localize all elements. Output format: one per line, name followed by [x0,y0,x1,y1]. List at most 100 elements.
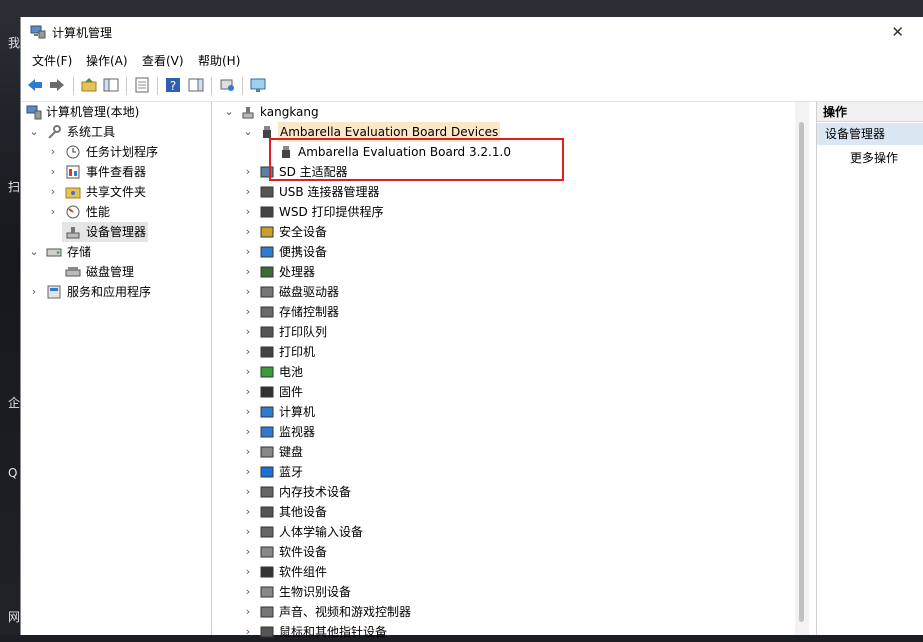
device-category-icon [260,446,274,458]
tree-item-storage[interactable]: ⌄ 存储 [22,242,211,262]
device-category-item[interactable]: › 内存技术设备 [215,482,775,502]
device-category-item[interactable]: › 软件组件 [215,562,775,582]
toolbar-separator [73,77,74,95]
computer-name: kangkang [260,105,319,119]
scan-hardware-icon[interactable] [218,76,236,94]
chevron-right-icon[interactable]: › [243,242,253,262]
menu-file[interactable]: 文件(F) [32,52,72,69]
tree-item-label: 性能 [86,205,111,219]
device-category-item[interactable]: › WSD 打印提供程序 [215,202,775,222]
device-category-item[interactable]: › 键盘 [215,442,775,462]
chevron-right-icon[interactable]: › [48,162,58,182]
chevron-right-icon[interactable]: › [243,522,253,542]
chevron-right-icon[interactable]: › [243,362,253,382]
device-category-item[interactable]: › 便携设备 [215,242,775,262]
tree-item-task-scheduler[interactable]: › 任务计划程序 [22,142,211,162]
device-category-item[interactable]: › 磁盘驱动器 [215,282,775,302]
device-category-item[interactable]: › 其他设备 [215,502,775,522]
chevron-right-icon[interactable]: › [243,282,253,302]
chevron-right-icon[interactable]: › [243,342,253,362]
tree-item-disk-management[interactable]: 磁盘管理 [22,262,211,282]
help-icon[interactable]: ? [164,76,182,94]
device-category-item[interactable]: › USB 连接器管理器 [215,182,775,202]
device-category-label: 固件 [279,385,304,399]
device-category-item[interactable]: › 存储控制器 [215,302,775,322]
chevron-right-icon[interactable]: › [243,382,253,402]
forward-arrow-icon[interactable] [48,76,66,94]
chevron-down-icon[interactable]: ⌄ [29,122,39,142]
chevron-right-icon[interactable]: › [243,162,253,182]
chevron-right-icon[interactable]: › [243,182,253,202]
tree-item-system-tools[interactable]: ⌄ 系统工具 [22,122,211,142]
monitor-icon[interactable] [249,76,267,94]
tree-item-shared-folders[interactable]: › 共享文件夹 [22,182,211,202]
device-category-item[interactable]: › 打印队列 [215,322,775,342]
red-highlight-annotation [269,138,564,181]
chevron-right-icon[interactable]: › [243,602,253,622]
chevron-right-icon[interactable]: › [29,282,39,302]
chevron-right-icon[interactable]: › [243,402,253,422]
vertical-scrollbar[interactable] [795,102,809,635]
chevron-right-icon[interactable]: › [243,502,253,522]
chevron-right-icon[interactable]: › [243,202,253,222]
menu-view[interactable]: 查看(V) [142,52,184,69]
chevron-right-icon[interactable]: › [48,182,58,202]
properties-icon[interactable] [133,76,151,94]
chevron-right-icon[interactable]: › [243,462,253,482]
device-category-item[interactable]: › 软件设备 [215,542,775,562]
device-category-label: 内存技术设备 [279,485,352,499]
up-folder-icon[interactable] [80,76,98,94]
chevron-right-icon[interactable]: › [243,442,253,462]
chevron-right-icon[interactable]: › [243,542,253,562]
tree-item-device-manager[interactable]: 设备管理器 [62,222,148,242]
chevron-right-icon[interactable]: › [243,562,253,582]
chevron-right-icon[interactable]: › [243,302,253,322]
device-category-item[interactable]: › 鼠标和其他指针设备 [215,622,775,642]
device-category-item[interactable]: › 生物识别设备 [215,582,775,602]
desktop-glyph: 网 [8,610,21,624]
device-category-item[interactable]: › 蓝牙 [215,462,775,482]
actions-section-device-manager[interactable]: 设备管理器 [817,123,923,145]
show-hide-tree-icon[interactable] [102,76,120,94]
device-category-icon [260,466,274,478]
device-category-icon [260,206,274,218]
scrollbar-thumb[interactable] [799,122,804,622]
chevron-right-icon[interactable]: › [243,222,253,242]
device-category-item[interactable]: › 固件 [215,382,775,402]
chevron-right-icon[interactable]: › [243,322,253,342]
device-category-item[interactable]: › 打印机 [215,342,775,362]
device-category-item[interactable]: › 电池 [215,362,775,382]
device-category-label: 键盘 [279,445,304,459]
tree-item-computer-management-local[interactable]: 计算机管理(本地) [22,102,211,122]
device-category-item[interactable]: › 声音、视频和游戏控制器 [215,602,775,622]
chevron-right-icon[interactable]: › [243,582,253,602]
device-category-item[interactable]: › 安全设备 [215,222,775,242]
desktop-glyph: 扫 [8,180,21,194]
device-category-icon [260,486,274,498]
tree-item-services-applications[interactable]: › 服务和应用程序 [22,282,211,302]
chevron-down-icon[interactable]: ⌄ [224,102,234,122]
menu-help[interactable]: 帮助(H) [198,52,240,69]
close-button[interactable]: ✕ [891,23,904,41]
device-category-item[interactable]: › 人体学输入设备 [215,522,775,542]
device-category-item[interactable]: › 监视器 [215,422,775,442]
tree-item-event-viewer[interactable]: › 事件查看器 [22,162,211,182]
chevron-down-icon[interactable]: ⌄ [243,122,253,142]
tree-item-performance[interactable]: › 性能 [22,202,211,222]
chevron-right-icon[interactable]: › [243,482,253,502]
device-category-item[interactable]: › 处理器 [215,262,775,282]
chevron-right-icon[interactable]: › [243,422,253,442]
chevron-right-icon[interactable]: › [243,262,253,282]
chevron-right-icon[interactable]: › [48,202,58,222]
chevron-right-icon[interactable]: › [48,142,58,162]
more-actions-link[interactable]: 更多操作 [850,148,898,168]
device-tree-computer[interactable]: ⌄ kangkang [215,102,775,122]
device-category-item[interactable]: › 计算机 [215,402,775,422]
tree-item-label: 设备管理器 [86,225,147,239]
title-bar[interactable]: 计算机管理 ✕ [21,17,923,48]
chevron-right-icon[interactable]: › [243,622,253,642]
back-arrow-icon[interactable] [26,76,44,94]
chevron-down-icon[interactable]: ⌄ [29,242,39,262]
menu-action[interactable]: 操作(A) [86,52,128,69]
show-hide-action-pane-icon[interactable] [187,76,205,94]
